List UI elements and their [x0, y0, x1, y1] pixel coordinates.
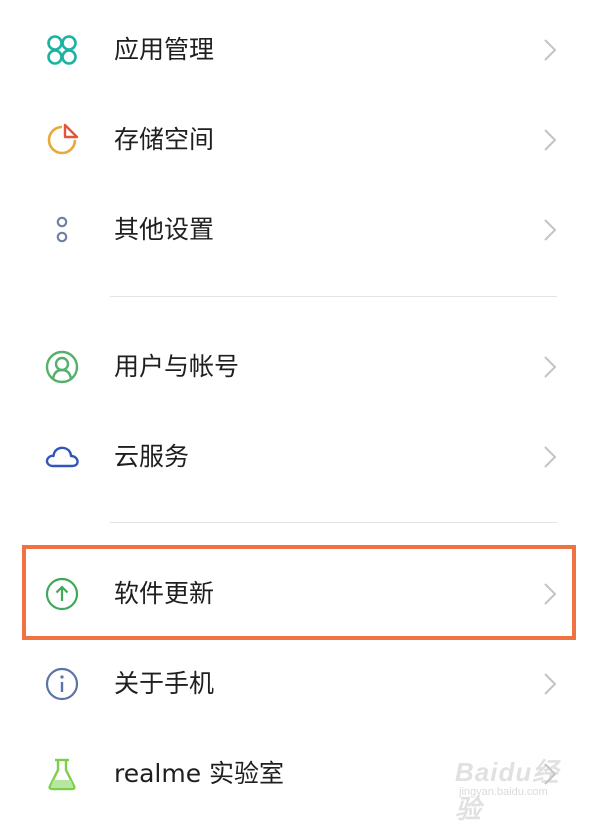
settings-item-label: 软件更新 — [114, 579, 215, 608]
settings-item-cloud-service[interactable]: 云服务 — [0, 410, 597, 500]
settings-item-realme-lab[interactable]: realme 实验室 — [0, 727, 597, 817]
settings-item-storage[interactable]: 存储空间 — [0, 93, 597, 183]
section-divider — [110, 522, 557, 523]
settings-item-software-update[interactable]: 软件更新 — [0, 547, 597, 637]
flask-icon — [44, 756, 80, 792]
settings-item-label: 关于手机 — [114, 669, 215, 698]
cloud-icon — [44, 439, 80, 475]
settings-item-label: 应用管理 — [114, 35, 215, 64]
chevron-right-icon — [540, 36, 560, 64]
settings-item-label: 其他设置 — [114, 215, 215, 244]
upload-arrow-icon — [44, 576, 80, 612]
chevron-right-icon — [540, 760, 560, 788]
settings-item-users-accounts[interactable]: 用户与帐号 — [0, 320, 597, 410]
settings-item-label: 存储空间 — [114, 125, 215, 154]
info-icon — [44, 666, 80, 702]
chevron-right-icon — [540, 353, 560, 381]
settings-item-other-settings[interactable]: 其他设置 — [0, 183, 597, 273]
section-divider — [110, 296, 557, 297]
settings-item-label: 云服务 — [114, 442, 190, 471]
chevron-right-icon — [540, 126, 560, 154]
more-dots-icon — [44, 212, 80, 248]
storage-pie-icon — [44, 122, 80, 158]
settings-item-label: 用户与帐号 — [114, 352, 240, 381]
settings-item-about-phone[interactable]: 关于手机 — [0, 637, 597, 727]
chevron-right-icon — [540, 216, 560, 244]
chevron-right-icon — [540, 443, 560, 471]
settings-item-app-management[interactable]: 应用管理 — [0, 3, 597, 93]
user-account-icon — [44, 349, 80, 385]
chevron-right-icon — [540, 580, 560, 608]
settings-item-label: realme 实验室 — [114, 759, 285, 788]
app-grid-icon — [44, 32, 80, 68]
chevron-right-icon — [540, 670, 560, 698]
